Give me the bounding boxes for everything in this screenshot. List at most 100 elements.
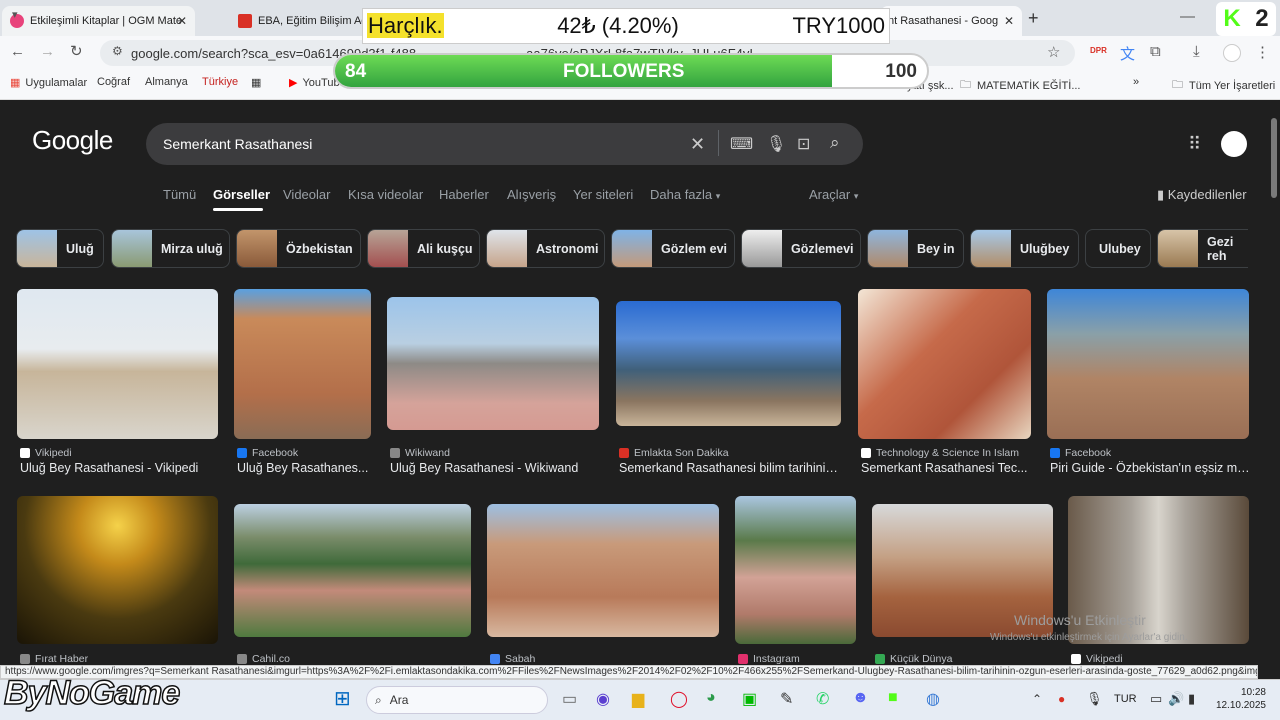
watermark-title: Windows'u Etkinleştir xyxy=(1014,612,1146,628)
result-title[interactable]: Semerkant Rasathanesi Tec... xyxy=(861,461,1033,475)
bookmark-all[interactable]: 🗀 Tüm Yer İşaretleri xyxy=(1172,76,1275,95)
language-indicator[interactable]: TUR xyxy=(1114,693,1137,705)
menu-icon[interactable]: ⋮ xyxy=(1255,43,1270,61)
tray-chevron-icon[interactable]: ⌃ xyxy=(1032,692,1042,706)
pen-icon[interactable]: ✎ xyxy=(780,689,793,709)
close-tab-icon[interactable]: ✕ xyxy=(177,14,187,28)
result-image[interactable] xyxy=(17,289,218,439)
taskbar-search[interactable]: ⌕ Ara xyxy=(366,686,548,714)
battery-icon[interactable]: ▮ xyxy=(1188,691,1195,707)
result-image[interactable] xyxy=(387,297,599,430)
result-image[interactable] xyxy=(487,504,719,637)
tab-all[interactable]: Tümü xyxy=(163,187,196,202)
youtube-icon: ▶ xyxy=(289,77,298,89)
result-title[interactable]: Uluğ Bey Rasathanes... xyxy=(237,461,373,475)
tab-places[interactable]: Yer siteleri xyxy=(573,187,633,202)
translate-icon[interactable]: 文 xyxy=(1120,43,1135,64)
tab-videos[interactable]: Videolar xyxy=(283,187,330,202)
result-title[interactable]: Uluğ Bey Rasathanesi - Vikipedi xyxy=(20,461,220,475)
search-input[interactable]: Semerkant Rasathanesi xyxy=(163,136,312,152)
site-info-icon[interactable]: ⚙ xyxy=(112,44,123,58)
chip-bey-in[interactable]: Bey in xyxy=(867,229,964,268)
result-title[interactable]: Uluğ Bey Rasathanesi - Wikiwand xyxy=(390,461,602,475)
forward-icon[interactable]: → xyxy=(40,43,55,60)
reload-icon[interactable]: ↻ xyxy=(70,42,83,60)
chip-gozlemevi[interactable]: Gözlemevi xyxy=(741,229,861,268)
opera-icon[interactable]: ◯ xyxy=(670,689,688,709)
bookmark-cografya[interactable]: Coğraf xyxy=(97,76,130,88)
result-image[interactable] xyxy=(1047,289,1249,439)
clear-search-icon[interactable]: ✕ xyxy=(690,134,705,155)
account-avatar[interactable] xyxy=(1221,131,1247,157)
bookmark-star-icon[interactable]: ☆ xyxy=(1047,43,1060,61)
extensions-icon[interactable]: ⧉ xyxy=(1150,43,1161,60)
app-icon[interactable]: ◍ xyxy=(926,689,940,709)
bookmark-almanya[interactable]: Almanya xyxy=(145,76,188,88)
google-logo[interactable]: Google xyxy=(32,125,113,156)
lens-icon[interactable]: ⊡ xyxy=(797,134,810,154)
chrome-icon[interactable]: ◕ xyxy=(706,689,716,707)
extension-dpr-icon[interactable]: DPR xyxy=(1090,46,1107,55)
tray-app-icon[interactable]: ● xyxy=(1058,692,1065,706)
chip-ozbekistan[interactable]: Özbekistan xyxy=(236,229,361,268)
whatsapp-icon[interactable]: ✆ xyxy=(816,689,829,709)
back-icon[interactable]: ← xyxy=(10,43,25,60)
copilot-icon[interactable]: ◉ xyxy=(596,689,610,709)
keyboard-icon[interactable]: ⌨ xyxy=(730,134,753,154)
network-icon[interactable]: ▭ xyxy=(1150,691,1162,707)
bookmark-apps[interactable]: ▦ Uygulamalar xyxy=(10,76,87,90)
tab-news[interactable]: Haberler xyxy=(439,187,489,202)
tab-more[interactable]: Daha fazla ▾ xyxy=(650,187,720,202)
bookmark-turkiye[interactable]: Türkiye xyxy=(202,76,238,88)
kick-app-icon[interactable]: ■ xyxy=(888,689,898,707)
close-tab-icon[interactable]: ✕ xyxy=(1004,14,1014,28)
chip-ulug[interactable]: Uluğ xyxy=(16,229,104,268)
line-app-icon[interactable]: ▣ xyxy=(742,689,757,709)
tab-ogm[interactable]: Etkileşimli Kitaplar | OGM Mate ✕ xyxy=(2,6,195,36)
chip-gezi-rehberi[interactable]: Gezi reh xyxy=(1157,229,1248,268)
start-icon[interactable]: ⊞ xyxy=(334,686,351,711)
result-image[interactable] xyxy=(17,496,218,644)
profile-avatar[interactable] xyxy=(1223,44,1241,62)
result-image[interactable] xyxy=(735,496,856,644)
result-title[interactable]: Semerkand Rasathanesi bilim tarihinin... xyxy=(619,461,841,475)
tab-search-icon[interactable]: ▾ xyxy=(12,8,18,21)
result-image[interactable] xyxy=(858,289,1031,439)
result-image[interactable] xyxy=(234,289,371,439)
search-icon[interactable]: ⌕ xyxy=(830,133,840,153)
tab-short-videos[interactable]: Kısa videolar xyxy=(348,187,423,202)
chip-ulubey[interactable]: Ulubey xyxy=(1085,229,1151,268)
minimize-icon[interactable]: — xyxy=(1180,8,1195,25)
volume-icon[interactable]: 🔊 xyxy=(1168,691,1184,707)
file-explorer-icon[interactable]: ▆ xyxy=(632,689,644,709)
scrollbar-thumb[interactable] xyxy=(1271,118,1277,198)
search-box[interactable]: Semerkant Rasathanesi xyxy=(146,123,863,165)
result-image[interactable] xyxy=(234,504,471,637)
clock[interactable]: 10:28 12.10.2025 xyxy=(1210,686,1266,712)
new-tab-button[interactable]: + xyxy=(1028,8,1039,29)
chip-ulugbey[interactable]: Uluğbey xyxy=(970,229,1079,268)
result-image[interactable] xyxy=(616,301,841,426)
tab-eba[interactable]: EBA, Eğitim Bilişim Ağı xyxy=(230,6,370,36)
chip-ali-kuscu[interactable]: Ali kuşçu xyxy=(367,229,480,268)
tools-button[interactable]: Araçlar ▾ xyxy=(809,187,858,202)
microphone-icon[interactable]: 🎙 xyxy=(766,134,786,154)
tab-google-search[interactable]: nt Rasathanesi - Goog ✕ xyxy=(880,6,1022,36)
bookmark-grid[interactable]: ▦ xyxy=(251,76,261,89)
bookmarks-overflow-icon[interactable]: » xyxy=(1133,76,1139,88)
result-title[interactable]: Piri Guide - Özbekistan'ın eşsiz mi... xyxy=(1050,461,1250,475)
discord-icon[interactable]: ☻ xyxy=(852,689,869,707)
chip-mirza-ulug[interactable]: Mirza uluğ xyxy=(111,229,230,268)
tab-shopping[interactable]: Alışveriş xyxy=(507,187,556,202)
saved-button[interactable]: ▮ Kaydedilenler xyxy=(1157,187,1247,203)
google-apps-icon[interactable]: ⠿ xyxy=(1188,134,1201,155)
task-view-icon[interactable]: ▭ xyxy=(562,689,577,709)
chip-gozlem-evi[interactable]: Gözlem evi xyxy=(611,229,735,268)
page-scrollbar[interactable] xyxy=(1268,100,1280,680)
folder-icon: 🗀 xyxy=(1172,79,1183,91)
tab-images[interactable]: Görseller xyxy=(213,187,270,202)
bookmark-matematik[interactable]: 🗀 MATEMATİK EĞİTİ... xyxy=(960,76,1081,95)
microphone-tray-icon[interactable]: 🎙 xyxy=(1086,691,1103,707)
chip-astronomi[interactable]: Astronomi xyxy=(486,229,605,268)
download-icon[interactable]: ⤓ xyxy=(1193,43,1200,60)
